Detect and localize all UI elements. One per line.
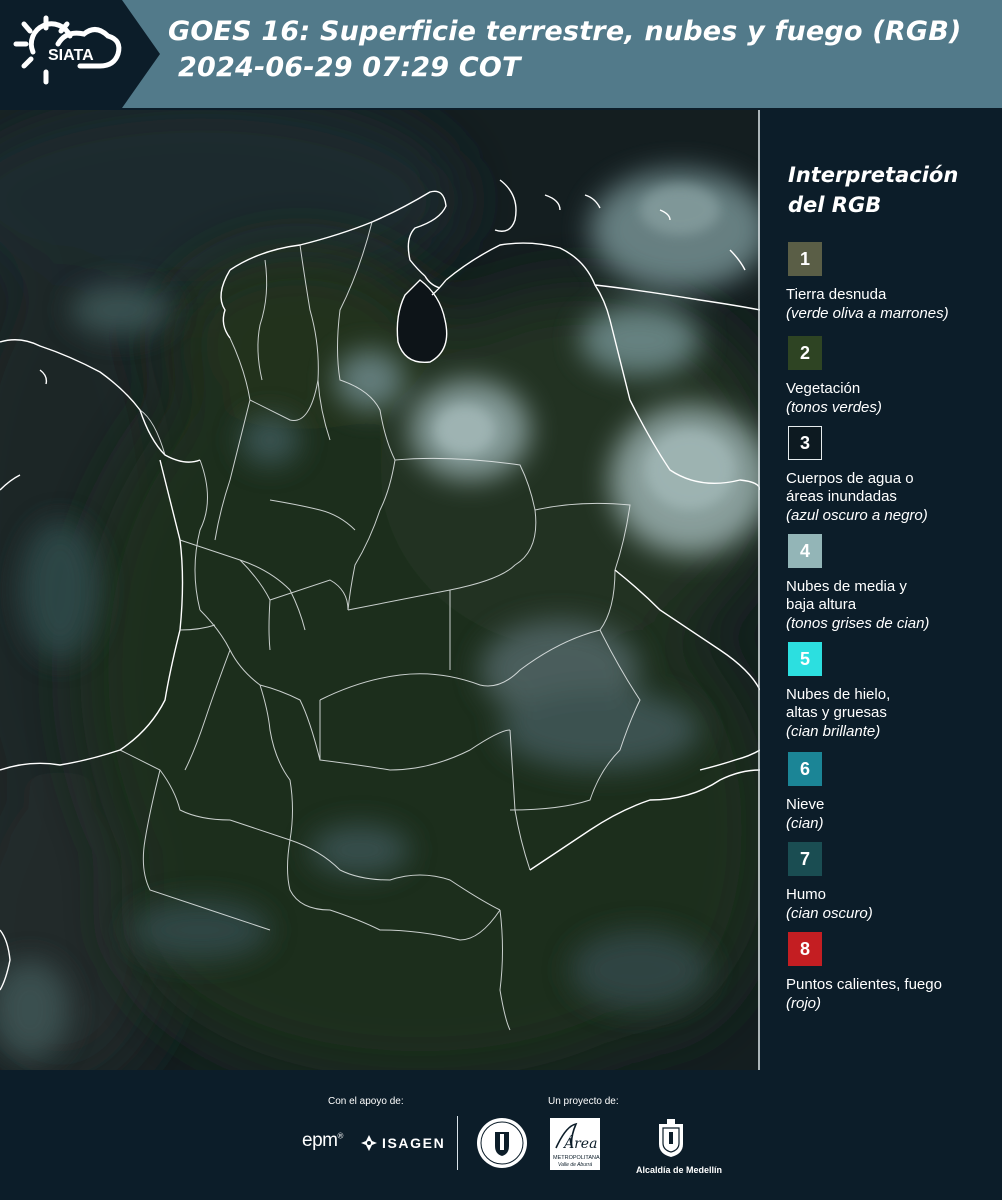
legend-item-note: (cian oscuro) <box>786 905 873 922</box>
legend-title: Interpretación del RGB <box>788 160 996 220</box>
alcaldia-name: Alcaldía de Medellín <box>636 1165 723 1175</box>
footer: Con el apoyo de: Un proyecto de: epm® IS… <box>0 1070 1002 1200</box>
legend-item-name: Humo <box>786 886 827 903</box>
university-seal-logo <box>475 1116 529 1175</box>
legend-item-name: Puntos calientes, fuego <box>786 976 942 993</box>
isagen-icon <box>361 1135 377 1151</box>
epm-logo: epm® <box>302 1130 343 1151</box>
legend-item-name: Nieve <box>786 796 825 813</box>
legend-item-name-2: baja altura <box>786 596 857 613</box>
siata-logo-text: SIATA <box>48 47 94 64</box>
page-title: GOES 16: Superficie terrestre, nubes y f… <box>168 16 962 47</box>
legend-swatch: 3 <box>788 426 822 460</box>
area-metropolitana-logo: Área METROPOLITANA Valle de Aburrá <box>550 1118 600 1175</box>
header: SIATA GOES 16: Superficie terrestre, nub… <box>0 0 1002 108</box>
legend-swatch: 5 <box>788 642 822 676</box>
satellite-map[interactable] <box>0 110 760 1070</box>
legend-item-name: Cuerpos de agua o <box>786 470 914 487</box>
legend-item-5: 5 Nubes de hielo, altas y gruesas (cian … <box>786 642 996 741</box>
alcaldia-medellin-logo: Alcaldía de Medellín <box>636 1118 722 1175</box>
legend-item-note: (azul oscuro a negro) <box>786 507 928 524</box>
support-label: Con el apoyo de: <box>328 1096 404 1107</box>
legend-item-8: 8 Puntos calientes, fuego (rojo) <box>786 932 996 1013</box>
legend-item-1: 1 Tierra desnuda (verde oliva a marrones… <box>786 242 996 323</box>
legend-item-note: (cian) <box>786 815 824 832</box>
legend-item-name-2: altas y gruesas <box>786 704 887 721</box>
legend-item-name-2: áreas inundadas <box>786 488 897 505</box>
legend-item-3: 3 Cuerpos de agua o áreas inundadas (azu… <box>786 426 996 525</box>
legend-title-line1: Interpretación <box>788 163 959 187</box>
svg-text:Valle de Aburrá: Valle de Aburrá <box>558 1162 592 1168</box>
map-canvas <box>0 110 760 1070</box>
legend-swatch: 8 <box>788 932 822 966</box>
legend-item-7: 7 Humo (cian oscuro) <box>786 842 996 923</box>
legend-swatch: 4 <box>788 534 822 568</box>
legend-item-2: 2 Vegetación (tonos verdes) <box>786 336 996 417</box>
legend-item-note: (tonos grises de cian) <box>786 615 930 632</box>
legend-title-line2: del RGB <box>788 193 882 217</box>
rgb-legend: Interpretación del RGB 1 Tierra desnuda … <box>786 160 996 1012</box>
legend-swatch: 1 <box>788 242 822 276</box>
project-label: Un proyecto de: <box>548 1096 619 1107</box>
title-block: GOES 16: Superficie terrestre, nubes y f… <box>168 14 998 86</box>
legend-item-note: (rojo) <box>786 995 822 1012</box>
svg-text:Área: Área <box>562 1134 597 1152</box>
page-timestamp: 2024-06-29 07:29 COT <box>178 52 521 83</box>
legend-item-name: Nubes de media y <box>786 578 907 595</box>
siata-logo: SIATA <box>0 0 160 108</box>
legend-item-note: (verde oliva a marrones) <box>786 305 949 322</box>
isagen-text: ISAGEN <box>382 1135 446 1151</box>
legend-swatch: 6 <box>788 752 822 786</box>
legend-item-6: 6 Nieve (cian) <box>786 752 996 833</box>
legend-swatch: 7 <box>788 842 822 876</box>
legend-item-4: 4 Nubes de media y baja altura (tonos gr… <box>786 534 996 633</box>
legend-item-note: (cian brillante) <box>786 723 881 740</box>
legend-item-name: Nubes de hielo, <box>786 686 891 703</box>
legend-swatch: 2 <box>788 336 822 370</box>
footer-divider <box>457 1116 458 1170</box>
isagen-logo: ISAGEN <box>360 1132 445 1154</box>
svg-text:METROPOLITANA: METROPOLITANA <box>553 1155 600 1161</box>
legend-item-note: (tonos verdes) <box>786 399 882 416</box>
coat-of-arms-icon <box>659 1119 683 1157</box>
legend-item-name: Vegetación <box>786 380 861 397</box>
legend-item-name: Tierra desnuda <box>786 286 887 303</box>
